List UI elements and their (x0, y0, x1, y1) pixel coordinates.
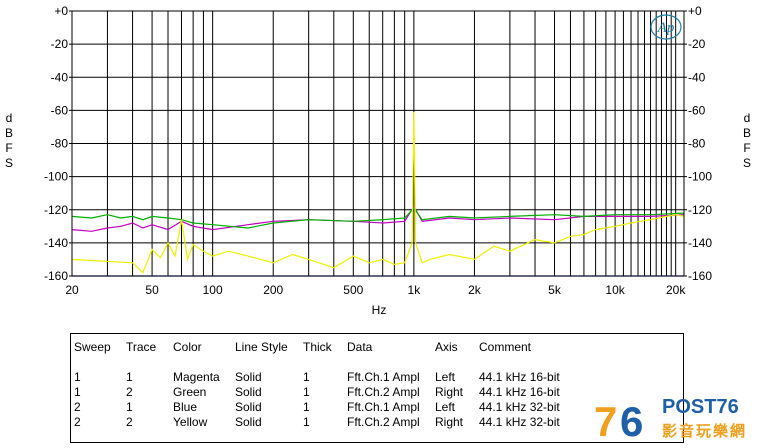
x-tick-label: 100 (203, 283, 223, 297)
legend-cell: Left (435, 370, 456, 384)
y-tick-label-left: -20 (51, 37, 69, 51)
legend-cell: 44.1 kHz 32-bit (479, 415, 560, 429)
y-axis-label-right: S (743, 156, 751, 170)
legend-header: Color (173, 340, 202, 354)
x-tick-label: 200 (263, 283, 283, 297)
legend-cell: 2 (126, 385, 133, 399)
legend-cell: 1 (303, 370, 310, 384)
x-tick-label: 5k (548, 283, 562, 297)
legend-header: Thick (303, 340, 332, 354)
y-axis-label-left: S (5, 156, 13, 170)
y-tick-label-left: -60 (51, 103, 69, 117)
legend-header: Axis (435, 340, 458, 354)
legend-cell: Solid (235, 370, 262, 384)
x-tick-label: 20 (65, 283, 79, 297)
y-tick-label-right: -60 (688, 103, 706, 117)
legend-header: Trace (126, 340, 157, 354)
legend-cell: Green (173, 385, 207, 399)
legend-cell: Left (435, 400, 456, 414)
legend-cell: 1 (74, 370, 81, 384)
y-tick-label-right: -160 (688, 269, 712, 283)
legend-cell: Magenta (173, 370, 220, 384)
legend-cell: Right (435, 385, 464, 399)
y-axis-label-right: B (743, 126, 751, 140)
y-axis-label-left: B (5, 126, 13, 140)
legend-cell: 1 (126, 400, 133, 414)
x-axis-label: Hz (372, 303, 387, 317)
fft-chart: +0 -20 -40 -60 -80 -100 -120 -140 -160 +0 -20 -40 -… (5, 4, 751, 317)
legend-cell: 1 (126, 370, 133, 384)
y-tick-label-left: -140 (44, 236, 68, 250)
series-line-yellow (71, 111, 685, 274)
legend-cell: 1 (303, 385, 310, 399)
legend-cell: 44.1 kHz 16-bit (479, 370, 560, 384)
x-tick-label: 2k (468, 283, 482, 297)
series-group (71, 111, 685, 277)
grid (72, 11, 684, 276)
y-tick-label-right: +0 (688, 4, 702, 18)
legend-cell: 44.1 kHz 16-bit (479, 385, 560, 399)
x-tick-label: 10k (605, 283, 625, 297)
series-line-green (71, 207, 685, 229)
legend-cell: 2 (126, 415, 133, 429)
legend-cell: Blue (173, 400, 198, 414)
y-axis-label-left: F (5, 141, 12, 155)
legend-cell: 1 (303, 415, 310, 429)
legend-cell: 1 (74, 385, 81, 399)
legend-cell: 44.1 kHz 32-bit (479, 400, 560, 414)
legend-cell: Right (435, 415, 464, 429)
x-tick-label: 500 (343, 283, 363, 297)
y-ticks-left: +0 -20 -40 -60 -80 -100 -120 -140 -160 (44, 4, 72, 283)
y-tick-label-right: -100 (688, 170, 712, 184)
legend-cell: 2 (74, 400, 81, 414)
y-tick-label-left: -80 (51, 137, 69, 151)
y-axis-labels: dBFSdBFS (5, 111, 751, 170)
y-tick-label-left: -100 (44, 170, 68, 184)
y-tick-label-left: -120 (44, 203, 68, 217)
y-tick-label-right: -80 (688, 137, 706, 151)
y-tick-label-left: -160 (44, 269, 68, 283)
legend-header: Line Style (235, 340, 288, 354)
y-tick-label-right: -20 (688, 37, 706, 51)
y-axis-label-right: F (743, 141, 750, 155)
y-tick-label-right: -140 (688, 236, 712, 250)
watermark-text: POST76 (662, 396, 739, 418)
legend-header: Data (347, 340, 373, 354)
legend-header: Comment (479, 340, 532, 354)
x-tick-label: 20k (666, 283, 686, 297)
svg-text:6: 6 (620, 398, 643, 444)
legend-cell: Solid (235, 400, 262, 414)
watermark-subtext: 影音玩樂網 (662, 423, 748, 440)
legend-cell: Solid (235, 385, 262, 399)
y-tick-label-left: +0 (54, 4, 68, 18)
legend-cell: Fft.Ch.2 Ampl (347, 415, 420, 429)
y-ticks-right: +0 -20 -40 -60 -80 -100 -120 -140 -160 (684, 4, 712, 283)
legend-cell: Solid (235, 415, 262, 429)
legend-header: Sweep (74, 340, 111, 354)
legend-cell: Fft.Ch.2 Ampl (347, 385, 420, 399)
legend-cell: Fft.Ch.1 Ampl (347, 400, 420, 414)
y-tick-label-right: -40 (688, 70, 706, 84)
ap-logo-text: Ap (657, 20, 675, 36)
y-tick-label-right: -120 (688, 203, 712, 217)
x-ticks: 20 50 100 200 500 1k 2k 5k 10k 20k (65, 283, 686, 297)
y-axis-label-right: d (744, 111, 751, 125)
legend-cell: Fft.Ch.1 Ampl (347, 370, 420, 384)
legend-cell: Yellow (173, 415, 208, 429)
legend-cell: 1 (303, 400, 310, 414)
y-tick-label-left: -40 (51, 70, 69, 84)
svg-text:7: 7 (594, 398, 617, 444)
y-axis-label-left: d (6, 111, 13, 125)
x-tick-label: 50 (145, 283, 159, 297)
legend-cell: 2 (74, 415, 81, 429)
x-tick-label: 1k (408, 283, 422, 297)
